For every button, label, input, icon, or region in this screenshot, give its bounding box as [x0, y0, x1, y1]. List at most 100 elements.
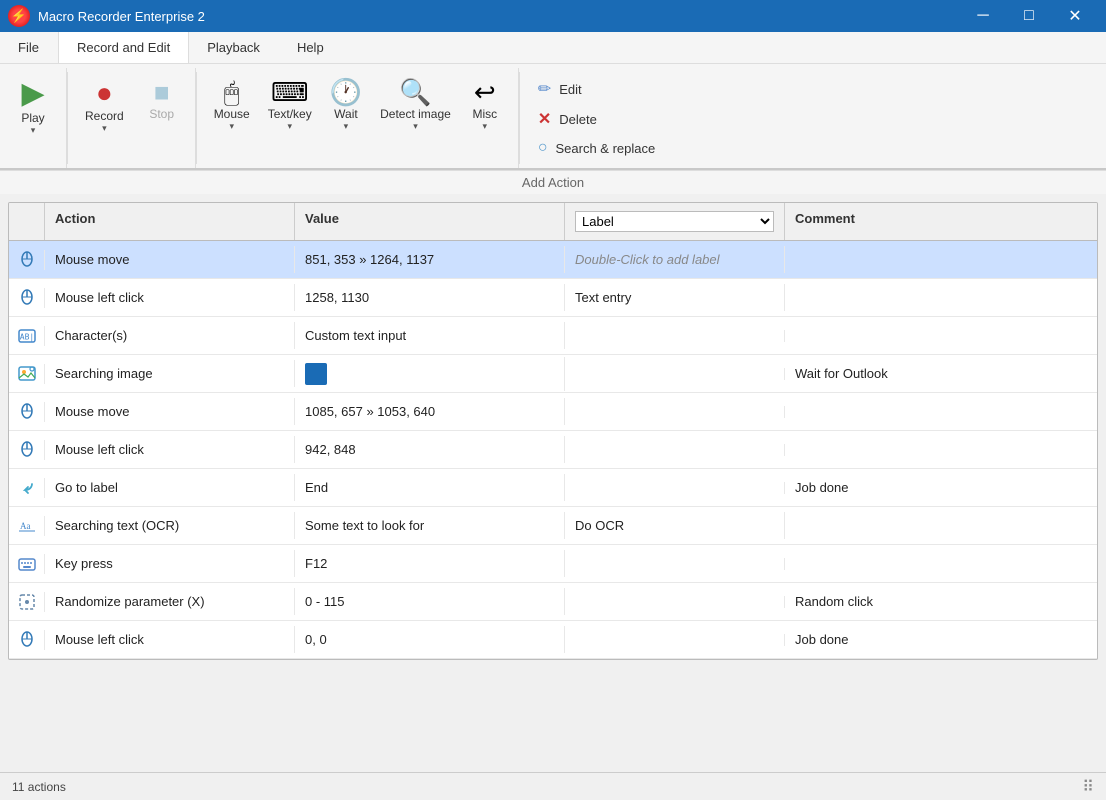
- row-value: 0 - 115: [295, 588, 565, 615]
- row-label[interactable]: [565, 482, 785, 494]
- detect-image-icon: 🔍: [399, 79, 431, 105]
- table-header: Action Value Label None All Comment: [9, 203, 1097, 241]
- row-label[interactable]: [565, 634, 785, 646]
- table-row[interactable]: Go to label End Job done: [9, 469, 1097, 507]
- mouse-label: Mouse: [214, 107, 250, 121]
- row-label[interactable]: [565, 596, 785, 608]
- menu-record-edit[interactable]: Record and Edit: [58, 32, 189, 63]
- row-value: 1085, 657 » 1053, 640: [295, 398, 565, 425]
- close-button[interactable]: ✕: [1052, 0, 1098, 32]
- wait-button[interactable]: 🕐 Wait ▾: [321, 72, 371, 139]
- th-label: Label None All: [565, 203, 785, 240]
- maximize-button[interactable]: □: [1006, 0, 1052, 32]
- delete-label: Delete: [559, 112, 597, 127]
- menu-playback[interactable]: Playback: [189, 32, 279, 63]
- row-action: Character(s): [45, 322, 295, 349]
- row-icon: [9, 592, 45, 612]
- th-comment: Comment: [785, 203, 1097, 240]
- search-replace-icon: ○: [538, 139, 548, 157]
- search-replace-label: Search & replace: [555, 141, 655, 156]
- row-action: Mouse move: [45, 246, 295, 273]
- status-text: 11 actions: [12, 780, 66, 794]
- edit-button[interactable]: ✏ Edit: [532, 76, 668, 102]
- row-comment: Job done: [785, 474, 1097, 501]
- table-row[interactable]: Aa Searching text (OCR) Some text to loo…: [9, 507, 1097, 545]
- app-logo: ⚡: [8, 5, 30, 27]
- table-row[interactable]: AB| Character(s) Custom text input: [9, 317, 1097, 355]
- row-action: Mouse left click: [45, 626, 295, 653]
- row-comment: [785, 254, 1097, 266]
- row-comment: [785, 292, 1097, 304]
- row-icon: [9, 440, 45, 460]
- table-row[interactable]: Mouse move 851, 353 » 1264, 1137 Double-…: [9, 241, 1097, 279]
- row-icon: [9, 402, 45, 422]
- textkey-button[interactable]: ⌨ Text/key ▾: [259, 72, 321, 139]
- ribbon-group-record: ● Record ▾ ■ Stop: [68, 68, 196, 168]
- row-value: 0, 0: [295, 626, 565, 653]
- stop-button[interactable]: ■ Stop: [137, 72, 187, 128]
- row-value: 942, 848: [295, 436, 565, 463]
- table-row[interactable]: Randomize parameter (X) 0 - 115 Random c…: [9, 583, 1097, 621]
- table-row[interactable]: Mouse left click 942, 848: [9, 431, 1097, 469]
- title-bar: ⚡ Macro Recorder Enterprise 2 ─ □ ✕: [0, 0, 1106, 32]
- table-row[interactable]: Mouse left click 0, 0 Job done: [9, 621, 1097, 659]
- table-row[interactable]: Key press F12: [9, 545, 1097, 583]
- detect-image-label: Detect image: [380, 107, 451, 121]
- edit-icon: ✏: [538, 79, 551, 99]
- row-icon: [9, 478, 45, 498]
- svg-text:AB|: AB|: [19, 332, 33, 341]
- row-label[interactable]: Do OCR: [565, 512, 785, 539]
- row-value: 851, 353 » 1264, 1137: [295, 246, 565, 273]
- misc-button[interactable]: ↩ Misc ▾: [460, 72, 510, 139]
- menu-file[interactable]: File: [0, 32, 58, 63]
- row-label[interactable]: [565, 368, 785, 380]
- row-label[interactable]: [565, 330, 785, 342]
- row-action: Searching image: [45, 360, 295, 387]
- th-action: Action: [45, 203, 295, 240]
- row-action: Searching text (OCR): [45, 512, 295, 539]
- table-row[interactable]: Mouse move 1085, 657 » 1053, 640: [9, 393, 1097, 431]
- row-action: Go to label: [45, 474, 295, 501]
- edit-label: Edit: [559, 82, 581, 97]
- row-comment: [785, 444, 1097, 456]
- row-comment: Random click: [785, 588, 1097, 615]
- detect-image-button[interactable]: 🔍 Detect image ▾: [371, 72, 460, 139]
- row-icon: AB|: [9, 326, 45, 346]
- row-icon: Aa: [9, 516, 45, 536]
- row-action: Mouse move: [45, 398, 295, 425]
- row-label[interactable]: [565, 558, 785, 570]
- misc-label: Misc: [472, 107, 497, 121]
- row-label[interactable]: [565, 406, 785, 418]
- row-value: 1258, 1130: [295, 284, 565, 311]
- wait-arrow: ▾: [344, 121, 349, 132]
- row-label[interactable]: [565, 444, 785, 456]
- svg-text:Aa: Aa: [20, 521, 31, 531]
- row-label[interactable]: Double-Click to add label: [565, 246, 785, 273]
- row-action: Key press: [45, 550, 295, 577]
- table-body: Mouse move 851, 353 » 1264, 1137 Double-…: [9, 241, 1097, 659]
- ribbon-group-actions: 🖱 Mouse ▾ ⌨ Text/key ▾ 🕐 Wait ▾ 🔍 Detect…: [197, 68, 519, 168]
- play-button[interactable]: ▶ Play ▾: [8, 72, 58, 143]
- record-arrow: ▾: [102, 123, 107, 134]
- table-row[interactable]: Searching image Wait for Outlook: [9, 355, 1097, 393]
- label-dropdown[interactable]: Label None All: [575, 211, 774, 232]
- play-arrow: ▾: [31, 125, 36, 136]
- textkey-icon: ⌨: [271, 79, 309, 105]
- row-label[interactable]: Text entry: [565, 284, 785, 311]
- textkey-arrow: ▾: [287, 121, 292, 132]
- menu-help[interactable]: Help: [279, 32, 343, 63]
- record-button[interactable]: ● Record ▾: [76, 72, 133, 141]
- table-row[interactable]: Mouse left click 1258, 1130 Text entry: [9, 279, 1097, 317]
- row-value: Custom text input: [295, 322, 565, 349]
- wait-label: Wait: [334, 107, 358, 121]
- delete-button[interactable]: ✕ Delete: [532, 106, 668, 132]
- row-value: Some text to look for: [295, 512, 565, 539]
- minimize-button[interactable]: ─: [960, 0, 1006, 32]
- stop-label: Stop: [149, 107, 174, 121]
- mouse-icon: 🖱: [224, 79, 240, 105]
- row-icon: [9, 630, 45, 650]
- row-action: Randomize parameter (X): [45, 588, 295, 615]
- row-comment: [785, 520, 1097, 532]
- mouse-button[interactable]: 🖱 Mouse ▾: [205, 72, 259, 139]
- search-replace-button[interactable]: ○ Search & replace: [532, 136, 668, 160]
